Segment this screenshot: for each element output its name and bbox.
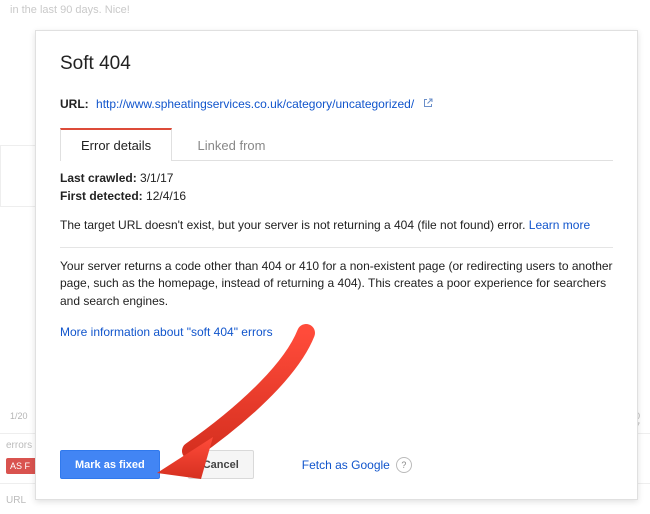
error-paragraph: Your server returns a code other than 40…	[60, 258, 613, 310]
external-link-icon[interactable]	[422, 97, 434, 112]
tabs: Error details Linked from	[60, 126, 613, 161]
button-row: Mark as fixed Cancel Fetch as Google ?	[60, 450, 613, 479]
url-row: URL: http://www.spheatingservices.co.uk/…	[60, 97, 613, 112]
last-crawled-value: 3/1/17	[140, 171, 173, 185]
url-link[interactable]: http://www.spheatingservices.co.uk/categ…	[96, 97, 414, 111]
separator	[60, 247, 613, 248]
error-explain: The target URL doesn't exist, but your s…	[60, 217, 613, 234]
fetch-as-google-link[interactable]: Fetch as Google ?	[302, 457, 412, 473]
help-icon[interactable]: ?	[396, 457, 412, 473]
url-label: URL:	[60, 97, 89, 111]
tab-linked-from[interactable]: Linked from	[177, 127, 287, 161]
fetch-label: Fetch as Google	[302, 458, 390, 472]
dialog-title: Soft 404	[60, 53, 613, 75]
first-detected-value: 12/4/16	[146, 189, 186, 203]
last-crawled-label: Last crawled:	[60, 171, 137, 185]
error-dialog: Soft 404 URL: http://www.spheatingservic…	[35, 30, 638, 500]
mark-as-fixed-button[interactable]: Mark as fixed	[60, 450, 160, 479]
error-explain-text: The target URL doesn't exist, but your s…	[60, 218, 525, 232]
bg-errors-label: errors	[6, 440, 32, 451]
first-detected-label: First detected:	[60, 189, 143, 203]
bg-faint-box	[0, 145, 37, 207]
first-detected-row: First detected: 12/4/16	[60, 189, 613, 203]
tab-error-details[interactable]: Error details	[60, 128, 172, 161]
last-crawled-row: Last crawled: 3/1/17	[60, 171, 613, 185]
cancel-button[interactable]: Cancel	[188, 450, 254, 479]
bg-url-label: URL	[6, 495, 26, 506]
bg-date-left: 1/20	[10, 411, 28, 431]
bg-top-text: in the last 90 days. Nice!	[10, 4, 130, 16]
more-info-link[interactable]: More information about "soft 404" errors	[60, 325, 273, 339]
learn-more-link[interactable]: Learn more	[529, 218, 590, 232]
